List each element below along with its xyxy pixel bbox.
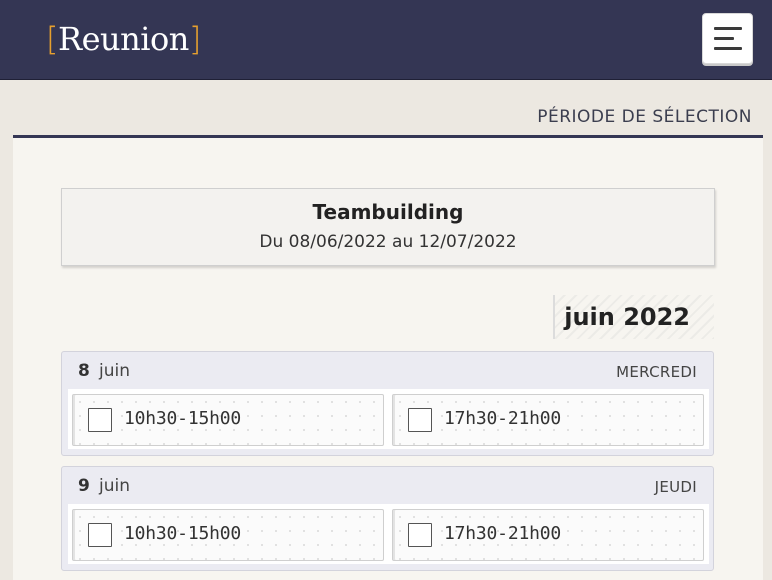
time-slot-option[interactable]: 17h30-21h00 bbox=[392, 509, 704, 561]
month-heading: juin 2022 bbox=[553, 295, 714, 339]
slot-checkbox[interactable] bbox=[408, 523, 432, 547]
day-weekday: JEUDI bbox=[654, 478, 697, 496]
event-date-range: Du 08/06/2022 au 12/07/2022 bbox=[259, 232, 517, 252]
day-number: 8 bbox=[78, 361, 90, 381]
hamburger-menu-button[interactable] bbox=[702, 13, 753, 64]
slot-time-label: 10h30-15h00 bbox=[124, 523, 242, 544]
logo-bracket-close: ] bbox=[188, 20, 201, 58]
day-month: juin bbox=[99, 476, 130, 496]
time-slot-option[interactable]: 17h30-21h00 bbox=[392, 394, 704, 446]
day-block: 8 juin MERCREDI 10h30-15h00 17h30-21h00 bbox=[61, 351, 714, 456]
event-title: Teambuilding bbox=[312, 200, 464, 224]
hamburger-menu-icon bbox=[714, 27, 742, 30]
slot-checkbox[interactable] bbox=[408, 408, 432, 432]
logo-bracket-open: [ bbox=[46, 20, 58, 58]
time-slot-list: 10h30-15h00 17h30-21h00 bbox=[68, 504, 709, 564]
slot-checkbox[interactable] bbox=[88, 408, 112, 432]
section-title: PÉRIODE DE SÉLECTION bbox=[537, 107, 752, 127]
slot-time-label: 10h30-15h00 bbox=[124, 408, 242, 429]
hamburger-line bbox=[714, 47, 742, 50]
day-weekday: MERCREDI bbox=[616, 363, 697, 381]
logo-text: Reunion bbox=[57, 20, 189, 58]
time-slot-option[interactable]: 10h30-15h00 bbox=[72, 394, 384, 446]
top-navigation-bar: [Reunion] bbox=[0, 0, 772, 80]
slot-time-label: 17h30-21h00 bbox=[444, 523, 562, 544]
day-month: juin bbox=[99, 361, 130, 381]
app-logo[interactable]: [Reunion] bbox=[46, 19, 201, 59]
day-number: 9 bbox=[78, 476, 90, 496]
event-summary-card: Teambuilding Du 08/06/2022 au 12/07/2022 bbox=[61, 188, 715, 266]
day-block: 9 juin JEUDI 10h30-15h00 17h30-21h00 bbox=[61, 466, 714, 571]
time-slot-option[interactable]: 10h30-15h00 bbox=[72, 509, 384, 561]
slot-time-label: 17h30-21h00 bbox=[444, 408, 562, 429]
time-slot-list: 10h30-15h00 17h30-21h00 bbox=[68, 389, 709, 449]
hamburger-line bbox=[714, 37, 734, 40]
slot-checkbox[interactable] bbox=[88, 523, 112, 547]
